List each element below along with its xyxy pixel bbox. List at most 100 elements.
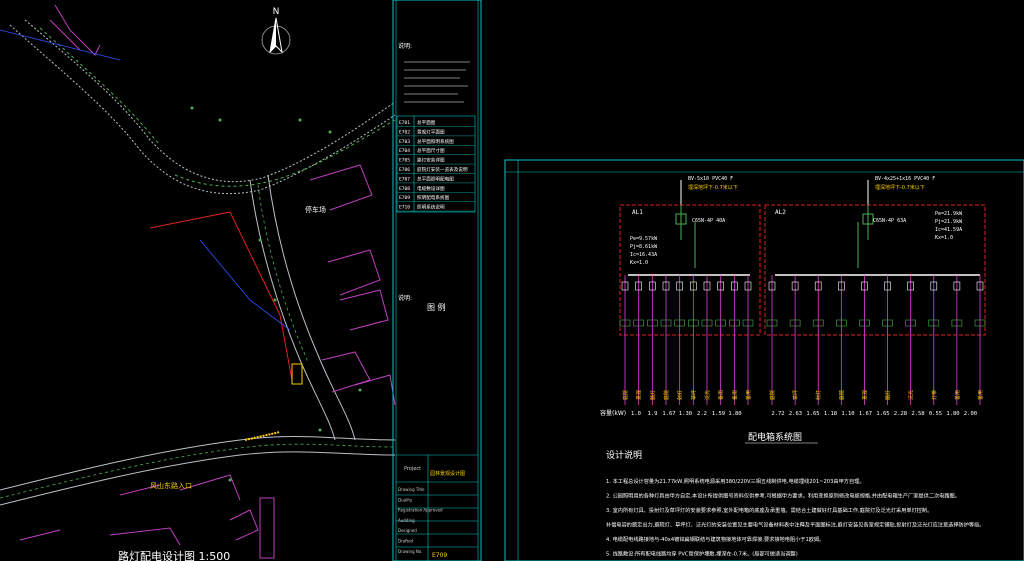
drawing-list-name: 景观灯平面图 (417, 128, 445, 135)
circuit-label: 路灯 (649, 390, 656, 400)
drawing-list-code: E710 (399, 205, 410, 211)
circuit-label: 庭院 (663, 390, 670, 400)
title-block-row: Quality (398, 497, 413, 502)
drawing-list-code: E704 (399, 148, 410, 154)
capacity-value: 1.67 (662, 411, 675, 417)
circuit-label: 景观 (636, 390, 643, 400)
circuit-label: 路灯 (885, 390, 892, 400)
capacity-value: 1.18 (824, 411, 837, 417)
al2-feed: BV-4x25+1x16 PVC40 F (875, 176, 935, 182)
box-param: Pj=21.9kW (935, 219, 963, 225)
schematic-title: 配电箱系统图 (748, 431, 802, 443)
capacity-value: 1.65 (876, 411, 889, 417)
drawing-list-name: 总平面图 (417, 119, 436, 126)
drawing-list-code: E701 (399, 120, 410, 126)
design-notes: 设计说明 1. 本工程总设计容量为21.77kW,照明系统电源采用380/220… (606, 449, 984, 558)
circuit-label: 泛光 (704, 390, 711, 400)
circuit-label: 备用 (718, 390, 725, 400)
title-block-row: Designed (398, 528, 417, 533)
circuit-label: 备用 (977, 390, 984, 400)
box-param: Pj=8.61kW (630, 244, 658, 250)
drawing-title: 路灯配电设计图 1:500 (118, 550, 230, 561)
box-param: Ic=41.59A (935, 227, 962, 233)
capacity-value: 0.55 (929, 411, 942, 417)
title-block-row: Drafted (398, 539, 414, 544)
al1-feed: BV-5x10 PVC40 F (688, 176, 733, 182)
circuit-label: 泛光 (908, 390, 915, 400)
distribution-schematic: BV-5x10 PVC40 F 埋深地坪下-0.7米以下 BV-4x25+1x1… (504, 159, 1024, 561)
capacity-value: 1.30 (679, 411, 692, 417)
drawing-list-name: 总平面照明系统图 (417, 138, 454, 145)
circuit-label: 景观 (861, 390, 868, 400)
capacity-value: 2.72 (771, 411, 784, 417)
circuit-label: 庭院 (769, 390, 776, 400)
design-note-item: 4. 电缆配电线路接地与-40x4镀锌扁钢联结与建筑物接地体可靠焊接,要求接地电… (606, 535, 824, 543)
circuit-label: 草坪 (792, 390, 799, 400)
box-param: Pe=9.57kW (630, 236, 658, 242)
title-block-drawing-no: E709 (432, 552, 447, 559)
drawing-list-name: 路灯安装详图 (417, 157, 445, 164)
title-block-rows: Drawing Title Quality Registration Approve… (398, 487, 443, 554)
drawing-list-name: 电缆敷设详图 (417, 185, 445, 192)
design-note-item: 1. 本工程总设计容量为21.77kW,照明系统电源采用380/220V三相五线… (606, 477, 865, 485)
drawing-list-code: E707 (399, 176, 410, 182)
al1-params: Pe=9.57kW Pj=8.61kW Ic=16.43A Kx=1.0 (630, 236, 658, 266)
parking-label: 停车场 (305, 205, 326, 214)
title-block-project-en: Project (404, 466, 421, 472)
drawing-list-name: 总平面照明配电图 (417, 175, 454, 182)
drawing-list-name: 照明系统说明 (417, 204, 445, 211)
design-note-item: 补偿电容的额定出力,庭院灯、草坪灯、泛光灯的安装位置见主要电气设备材料表中注释及… (606, 521, 984, 529)
capacity-value: 2.00 (964, 411, 977, 417)
design-note-item: 5. 线路敷设:所有配电线路均穿 PVC管保护埋敷,埋深在-0.7米。(局部可做… (606, 550, 798, 558)
notes-panel: 说明: E701 总平面图 E702 景观灯平面图 E703 总平面照明系统图 E704 总平… (392, 0, 482, 561)
capacity-value: 1.0 (631, 411, 641, 417)
al2-feed-note: 埋深地坪下-0.7米以下 (875, 184, 925, 191)
title-block-row: Auditing (398, 518, 415, 523)
title-block-row: Drawing Title (398, 487, 425, 492)
capacity-value: 1.10 (841, 411, 854, 417)
design-note-item: 2. 公园照明用的各种灯具由甲方自定,本设计所提供图号资料仅供参考,可根据甲方要… (606, 492, 960, 500)
capacity-value: 1.59 (712, 411, 725, 417)
drawing-list-code: E703 (399, 139, 410, 145)
circuit-label: 射灯 (815, 390, 822, 400)
box-param: Pe=21.9kW (935, 211, 963, 217)
drawing-list-code: E706 (399, 167, 410, 173)
north-label: N (273, 7, 280, 17)
circuit-label: 庭院 (838, 390, 845, 400)
al1-feed-note: 埋深地坪下-0.7米以下 (688, 184, 738, 191)
circuit-label: 草坪 (690, 390, 697, 400)
title-block-row: Drawing No. (398, 549, 423, 554)
cad-drawing: N 停车场 风山东路入口 路灯配电设计图 1:500 说明: E701 总平面图… (0, 0, 1024, 561)
circuit-label: 射灯 (677, 390, 684, 400)
circuit-label: 备用 (745, 390, 752, 400)
drawing-list-code: E702 (399, 129, 410, 135)
drawing-list: E701 总平面图 E702 景观灯平面图 E703 总平面照明系统图 E704 总平面尺寸图… (397, 119, 475, 212)
capacity-label: 容量(kW) (600, 409, 626, 417)
capacity-value: 2.58 (911, 411, 924, 417)
al2-params: Pe=21.9kW Pj=21.9kW Ic=41.59A Kx=1.0 (935, 211, 963, 241)
capacity-value: 1.9 (648, 411, 658, 417)
circuit-label: 备用 (731, 390, 738, 400)
capacity-value: 1.65 (806, 411, 819, 417)
box-al2-id: AL2 (775, 209, 786, 216)
box-param: Ic=16.43A (630, 252, 657, 258)
drawing-list-name: 照明配电系统图 (417, 194, 450, 201)
box-al1 (619, 204, 761, 336)
capacity-value: 2.2 (697, 411, 707, 417)
north-arrow-icon (261, 17, 291, 55)
design-notes-title: 设计说明 (606, 449, 642, 461)
title-block-row: Registration Approved (398, 508, 443, 513)
design-note-item: 3. 室内所有灯具、投射灯及草坪灯的安装要求参照,室外配电箱的底座及承重墙。需结… (606, 506, 932, 514)
site-plan: N 停车场 风山东路入口 路灯配电设计图 1:500 (0, 4, 396, 561)
drawing-list-code: E709 (399, 195, 410, 201)
box-param: Kx=1.0 (935, 235, 953, 241)
entrance-label: 风山东路入口 (150, 481, 192, 490)
circuit-label: 灯带 (931, 390, 938, 400)
drawing-list-code: E705 (399, 158, 410, 164)
box-param: Kx=1.0 (630, 260, 648, 266)
capacity-value: 2.63 (789, 411, 802, 417)
al1-breaker: C65N-4P 40A (692, 218, 725, 224)
outgoing-circuits: 庭院 景观 路灯 庭院 射灯 草坪 泛光 备用 备用 备用 庭院 草坪 射灯 庭院 景观 路灯 泛光 灯带 备用 备用 (619, 275, 986, 405)
drawing-list-name: 庭院灯安装一览表及说明 (417, 166, 468, 173)
capacity-value: 1.67 (859, 411, 872, 417)
